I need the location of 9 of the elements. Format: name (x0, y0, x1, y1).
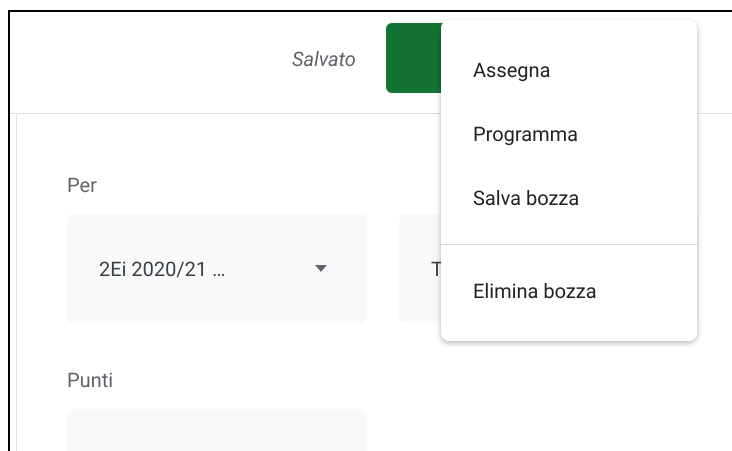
save-status: Salvato (292, 46, 356, 72)
menu-item[interactable]: Elimina bozza (441, 259, 697, 323)
field-label: Per (67, 172, 97, 199)
field-label: Punti (67, 367, 114, 394)
dropdown-caret-icon (315, 265, 327, 272)
select-field[interactable]: 2Ei 2020/21 … (67, 214, 367, 323)
menu-item[interactable]: Assegna (441, 38, 697, 102)
menu-item[interactable]: Programma (441, 102, 697, 166)
menu-item[interactable]: Salva bozza (441, 166, 697, 230)
